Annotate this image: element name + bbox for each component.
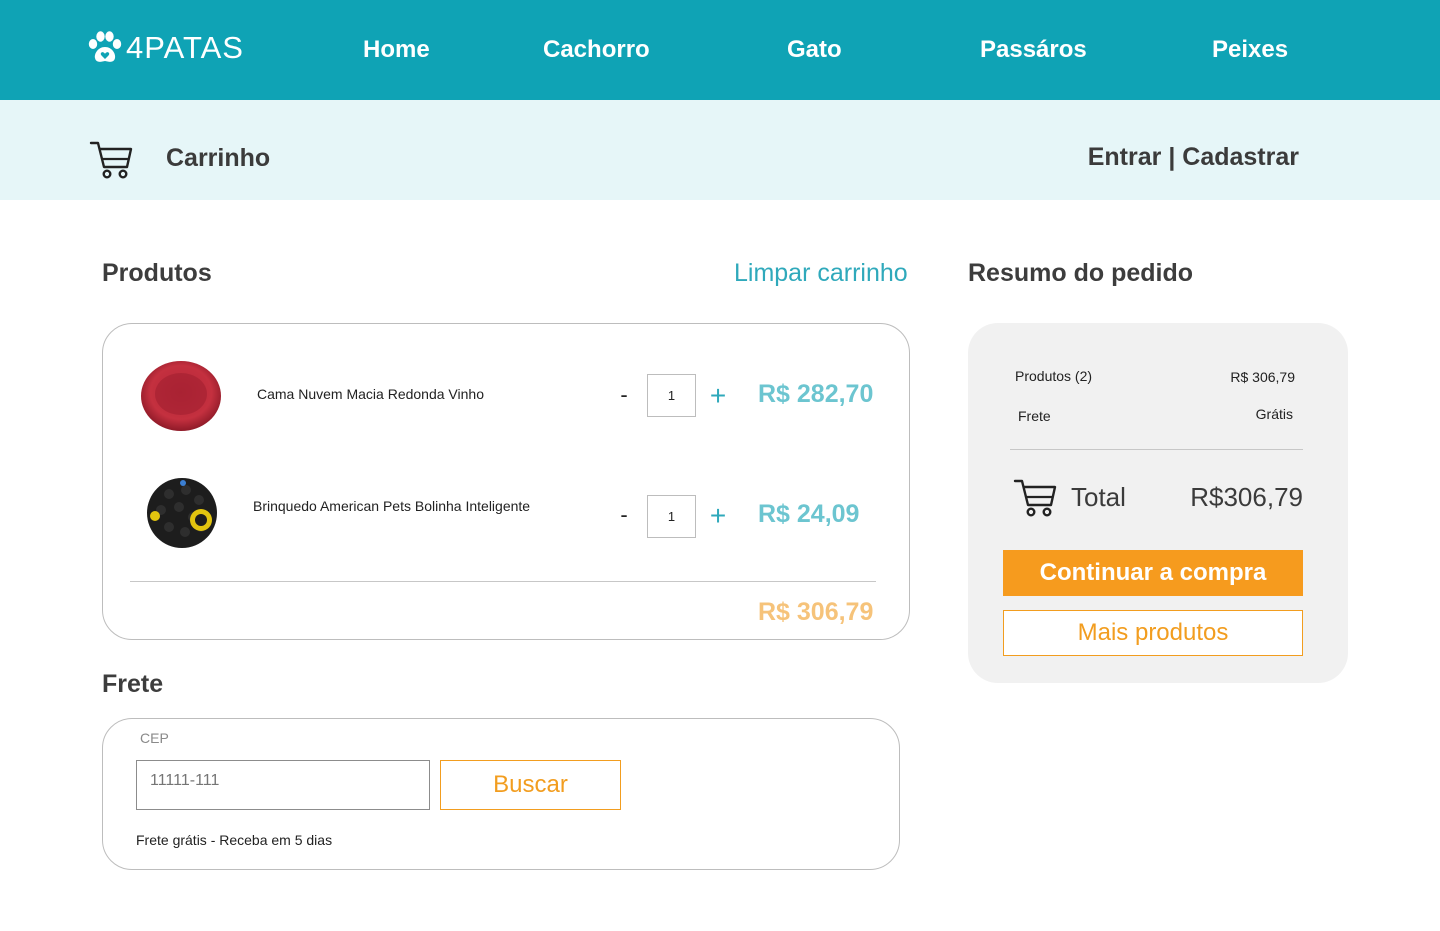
shipping-heading: Frete: [102, 670, 164, 698]
order-summary-panel: Produtos (2) R$ 306,79 Frete Grátis Tota…: [968, 323, 1348, 683]
cart-products-panel: Cama Nuvem Macia Redonda Vinho - + R$ 28…: [102, 323, 910, 640]
page-title: Carrinho: [166, 144, 271, 172]
cep-input[interactable]: [136, 760, 430, 810]
nav-cachorro[interactable]: Cachorro: [543, 36, 650, 64]
shipping-panel: CEP Buscar Frete grátis - Receba em 5 di…: [102, 718, 900, 870]
product-price: R$ 282,70: [758, 380, 874, 408]
summary-products-label: Produtos (2): [1015, 368, 1093, 384]
products-heading: Produtos: [102, 259, 212, 287]
total-value: R$306,79: [1190, 482, 1303, 512]
summary-heading: Resumo do pedido: [968, 259, 1193, 287]
product-name: Cama Nuvem Macia Redonda Vinho: [257, 386, 484, 402]
quantity-input[interactable]: [647, 495, 696, 538]
products-divider: [130, 581, 876, 582]
summary-divider: [1010, 449, 1303, 450]
cart-subtotal: R$ 306,79: [758, 598, 874, 626]
black-treat-ball-toy: [147, 478, 217, 548]
cep-label: CEP: [140, 730, 169, 746]
cart-icon: [89, 141, 133, 179]
login-link[interactable]: Entrar: [1088, 143, 1162, 171]
cart-icon: [1013, 479, 1057, 517]
red-round-pet-bed: [141, 361, 221, 431]
search-shipping-button[interactable]: Buscar: [440, 760, 621, 810]
brand-name: 4PATAS: [126, 30, 244, 65]
nav-passaros[interactable]: Passáros: [980, 36, 1087, 64]
shipping-info: Frete grátis - Receba em 5 dias: [136, 832, 333, 848]
decrease-quantity-button[interactable]: -: [616, 502, 632, 528]
paw-icon: [88, 31, 122, 62]
brand-logo[interactable]: 4PATAS: [86, 30, 244, 66]
auth-separator: |: [1161, 143, 1183, 171]
register-link[interactable]: Cadastrar: [1182, 143, 1299, 171]
total-label: Total: [1071, 482, 1126, 512]
summary-products-value: R$ 306,79: [1230, 369, 1295, 385]
more-products-button[interactable]: Mais produtos: [1003, 610, 1303, 656]
summary-shipping-label: Frete: [1018, 408, 1051, 424]
product-price: R$ 24,09: [758, 500, 860, 528]
product-name: Brinquedo American Pets Bolinha Intelige…: [253, 498, 531, 514]
nav-gato[interactable]: Gato: [787, 36, 842, 64]
continue-checkout-button[interactable]: Continuar a compra: [1003, 550, 1303, 596]
increase-quantity-button[interactable]: +: [707, 502, 729, 530]
increase-quantity-button[interactable]: +: [707, 382, 729, 410]
nav-home[interactable]: Home: [363, 36, 430, 64]
quantity-input[interactable]: [647, 374, 696, 417]
summary-shipping-value: Grátis: [1255, 406, 1293, 422]
decrease-quantity-button[interactable]: -: [616, 382, 632, 408]
nav-peixes[interactable]: Peixes: [1212, 36, 1288, 64]
top-navbar: 4PATAS Home Cachorro Gato Passáros Peixe…: [0, 0, 1440, 100]
cart-subheader: Carrinho Entrar | Cadastrar: [0, 100, 1440, 200]
auth-links: Entrar | Cadastrar: [1088, 143, 1299, 172]
clear-cart-link[interactable]: Limpar carrinho: [734, 259, 908, 288]
